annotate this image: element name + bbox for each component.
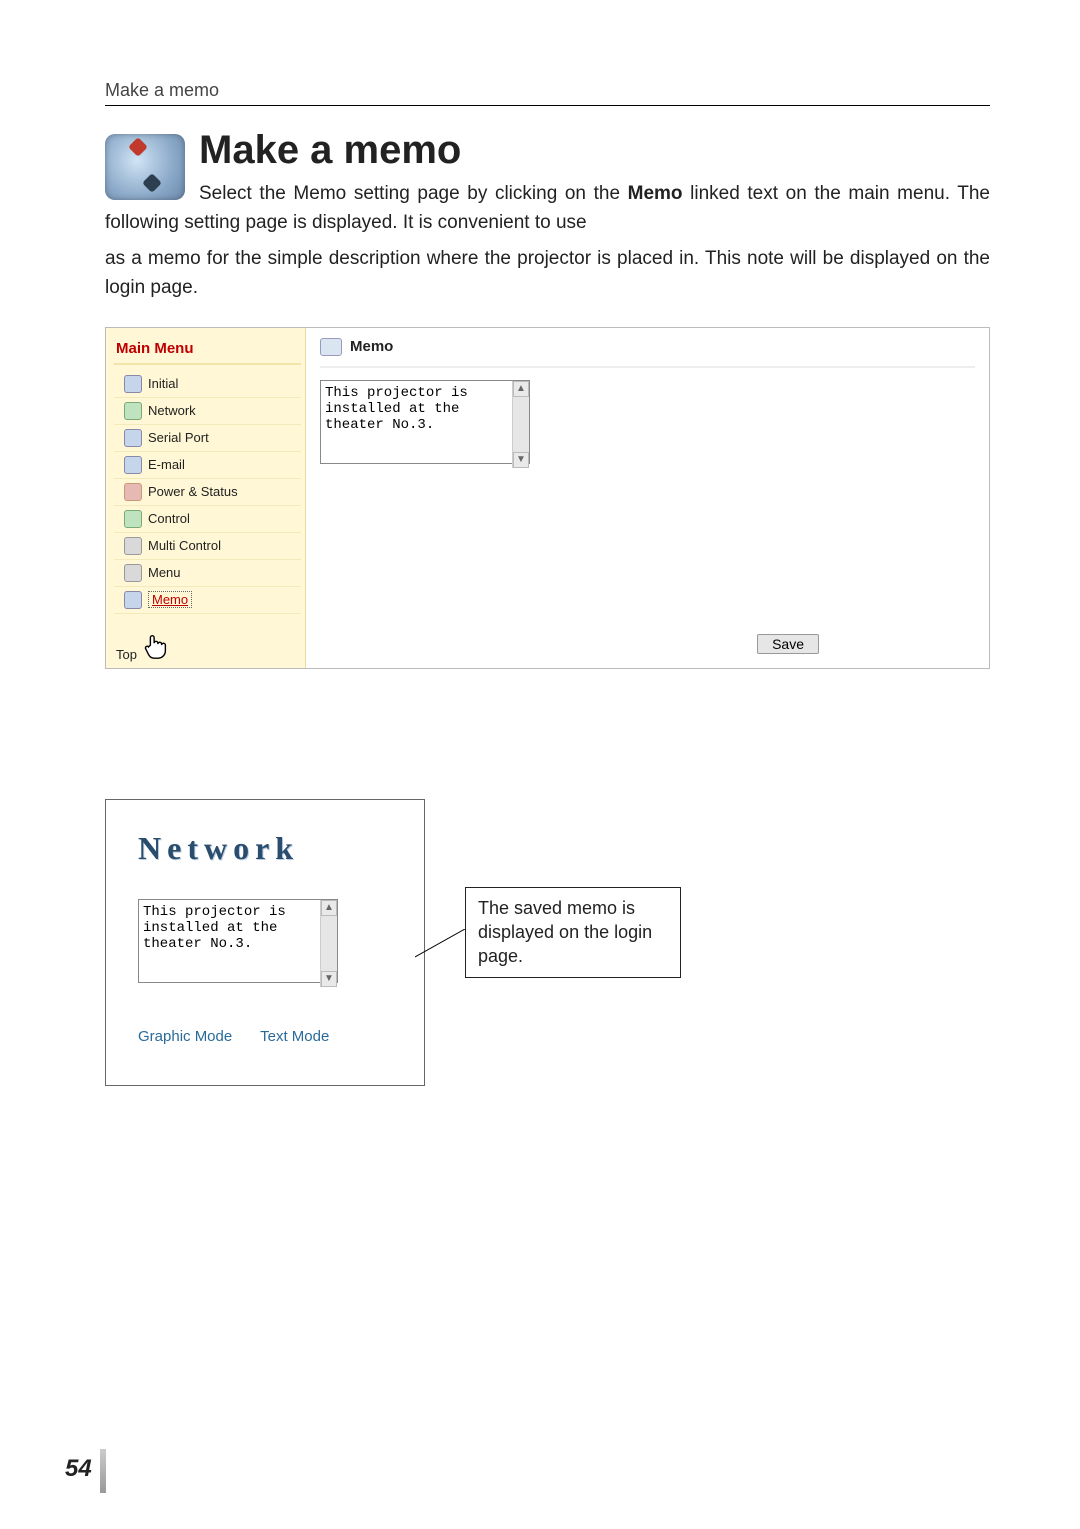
port-icon (124, 429, 142, 447)
scroll-down-icon[interactable]: ▼ (321, 971, 337, 987)
page-number: 54 (65, 1455, 92, 1483)
sidebar-item-label: Menu (148, 565, 181, 580)
memo-icon (124, 591, 142, 609)
scroll-up-icon[interactable]: ▲ (321, 900, 337, 916)
mail-icon (124, 456, 142, 474)
header-rule (105, 105, 990, 106)
top-link[interactable]: Top (116, 647, 137, 662)
scrollbar[interactable]: ▲ ▼ (512, 381, 529, 468)
content-header-label: Memo (350, 338, 393, 355)
content-pane: Memo ▲ ▼ Save (306, 328, 989, 668)
sidebar-item-label: E-mail (148, 457, 185, 472)
sidebar-item-memo[interactable]: Memo (114, 587, 301, 614)
sidebar-item-menu[interactable]: Menu (114, 560, 301, 587)
scroll-down-icon[interactable]: ▼ (513, 452, 529, 468)
sidebar-item-network[interactable]: Network (114, 398, 301, 425)
scroll-up-icon[interactable]: ▲ (513, 381, 529, 397)
settings-screenshot: Main Menu Initial Network Serial Port E-… (105, 327, 990, 669)
page-number-bar (100, 1449, 106, 1493)
memo-textarea[interactable] (320, 380, 530, 464)
sidebar-item-power-status[interactable]: Power & Status (114, 479, 301, 506)
sidebar-footer: Top (114, 630, 301, 662)
globe-icon (124, 402, 142, 420)
sidebar-header: Main Menu (114, 338, 301, 365)
menu-icon (124, 564, 142, 582)
callout-box: The saved memo is displayed on the login… (465, 887, 681, 978)
multi-icon (124, 537, 142, 555)
control-icon (124, 510, 142, 528)
sidebar-item-label: Memo (148, 591, 192, 608)
sidebar-item-email[interactable]: E-mail (114, 452, 301, 479)
intro-paragraph-2: as a memo for the simple description whe… (105, 244, 990, 303)
sidebar-item-multi-control[interactable]: Multi Control (114, 533, 301, 560)
network-logo: Network (138, 830, 394, 867)
sidebar-item-label: Network (148, 403, 196, 418)
sidebar-item-serial-port[interactable]: Serial Port (114, 425, 301, 452)
sidebar-item-label: Power & Status (148, 484, 238, 499)
sidebar-item-label: Serial Port (148, 430, 209, 445)
sidebar-item-control[interactable]: Control (114, 506, 301, 533)
sidebar-item-label: Multi Control (148, 538, 221, 553)
login-screenshot: Network ▲ ▼ Graphic Mode Text Mode (105, 799, 425, 1086)
memo-textarea-wrap: ▲ ▼ (320, 380, 530, 469)
memo-header-icon (320, 338, 342, 356)
content-header: Memo (320, 338, 975, 368)
sidebar-item-initial[interactable]: Initial (114, 371, 301, 398)
text-mode-link[interactable]: Text Mode (260, 1028, 329, 1045)
scrollbar[interactable]: ▲ ▼ (320, 900, 337, 987)
hero-icon (105, 134, 185, 200)
login-memo-wrap: ▲ ▼ (138, 899, 338, 988)
running-head: Make a memo (105, 80, 990, 101)
intro-text-a: Select the Memo setting page by clicking… (199, 183, 628, 204)
login-memo-textarea[interactable] (138, 899, 338, 983)
graphic-mode-link[interactable]: Graphic Mode (138, 1028, 232, 1045)
intro-memo-emphasis: Memo (628, 183, 683, 204)
sidebar-items: Initial Network Serial Port E-mail Power… (114, 371, 301, 630)
save-button[interactable]: Save (757, 634, 819, 654)
power-icon (124, 483, 142, 501)
page-icon (124, 375, 142, 393)
mode-links: Graphic Mode Text Mode (138, 1028, 394, 1045)
sidebar: Main Menu Initial Network Serial Port E-… (106, 328, 306, 668)
page-title: Make a memo (105, 128, 990, 173)
hand-cursor-icon (141, 630, 171, 662)
sidebar-item-label: Initial (148, 376, 178, 391)
intro-paragraph-1: Select the Memo setting page by clicking… (105, 179, 990, 238)
sidebar-item-label: Control (148, 511, 190, 526)
